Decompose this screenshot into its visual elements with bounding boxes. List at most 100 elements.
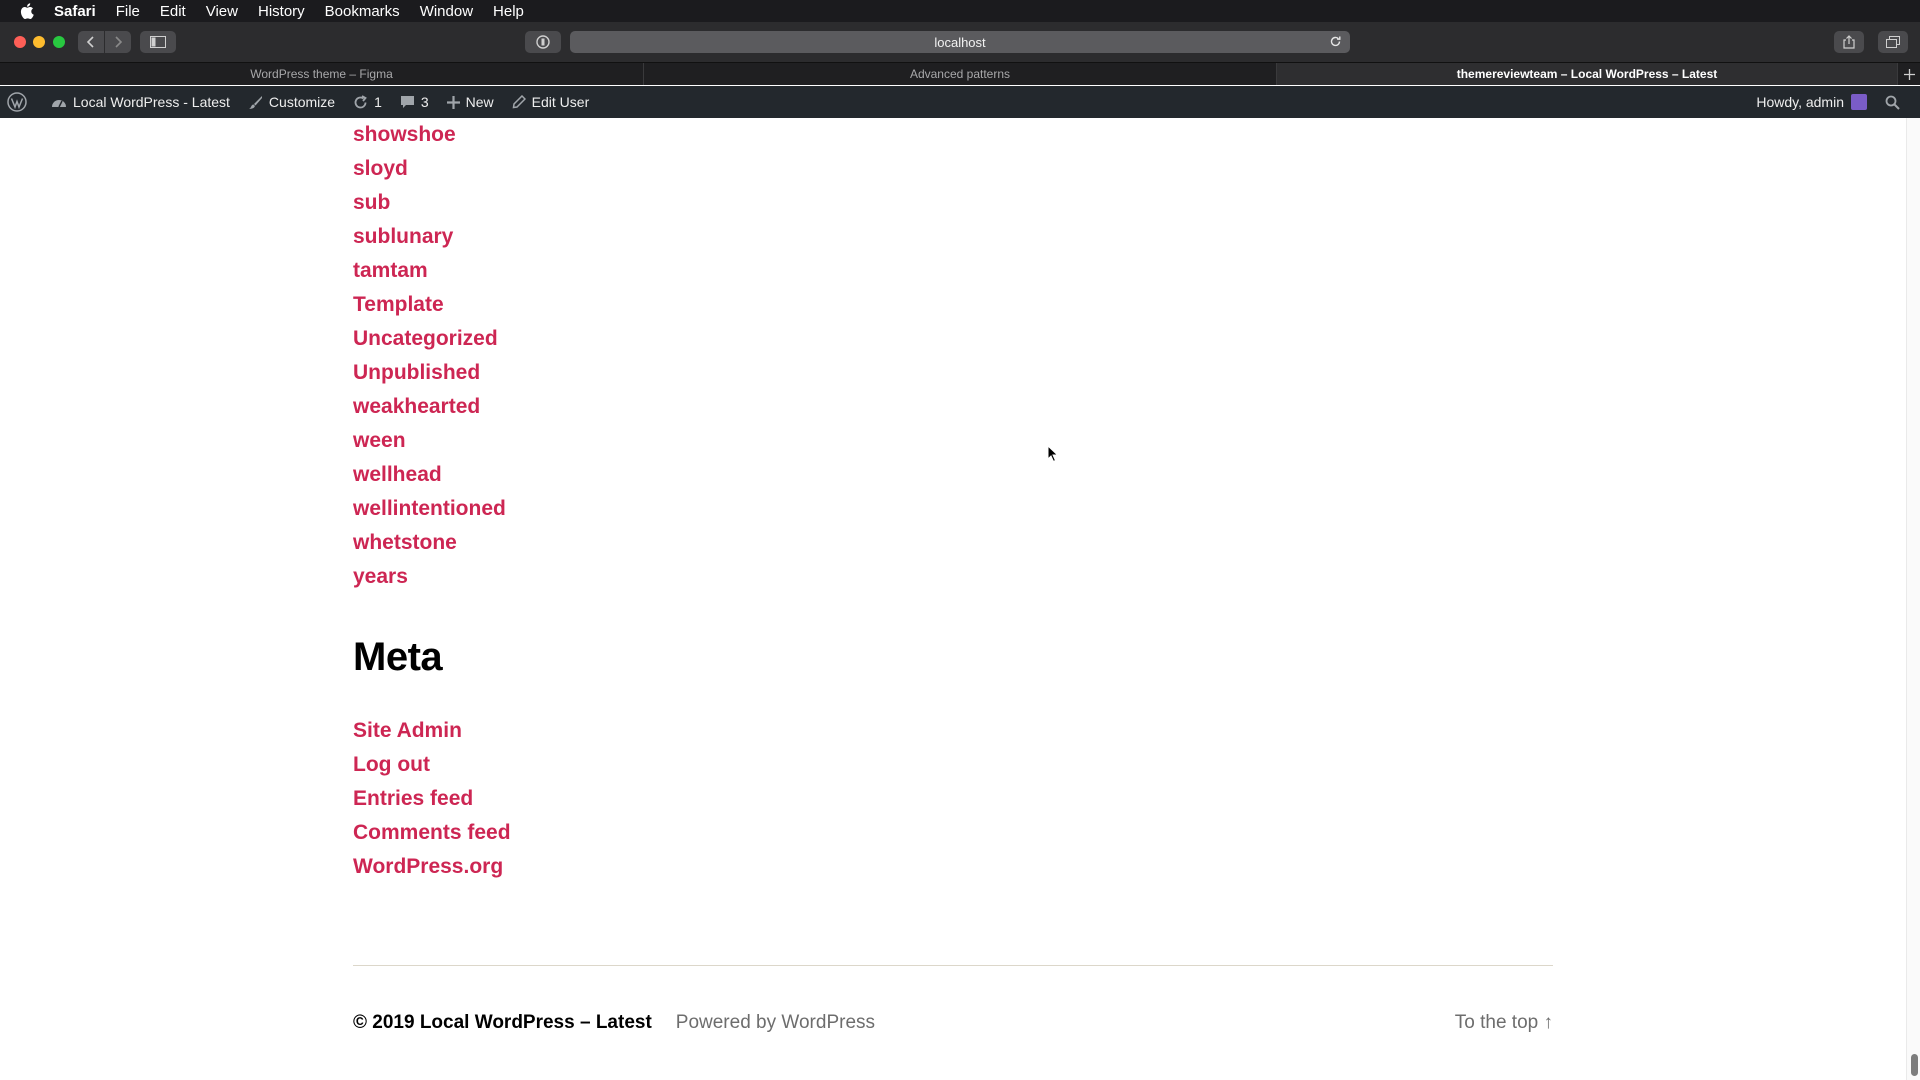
list-item: Site Admin: [353, 714, 511, 748]
category-link[interactable]: tamtam: [353, 259, 428, 283]
back-button[interactable]: [78, 31, 104, 53]
list-item: Unpublished: [353, 356, 1553, 390]
meta-link-list: Site Admin Log out Entries feed Comments…: [353, 714, 511, 884]
scrollbar-thumb[interactable]: [1911, 1054, 1918, 1076]
category-link[interactable]: showshoe: [353, 123, 456, 147]
mouse-cursor-icon: [1047, 445, 1059, 463]
list-item: Template: [353, 288, 1553, 322]
macos-menu-bar: Safari File Edit View History Bookmarks …: [0, 0, 1920, 22]
url-text: localhost: [934, 34, 986, 50]
chevron-right-icon: [115, 36, 123, 48]
close-window-button[interactable]: [14, 36, 26, 48]
category-list: showshoe sloyd sub sublunary tamtam Temp…: [353, 118, 1553, 594]
admin-search-button[interactable]: [1876, 86, 1920, 118]
category-link[interactable]: Uncategorized: [353, 327, 498, 351]
browser-tab-bar: WordPress theme – Figma Advanced pattern…: [0, 63, 1920, 85]
list-item: Entries feed: [353, 782, 511, 816]
wp-admin-bar: Local WordPress - Latest Customize 1 3 N…: [0, 86, 1920, 118]
category-link[interactable]: sub: [353, 191, 390, 215]
category-link[interactable]: Template: [353, 293, 444, 317]
menu-history[interactable]: History: [258, 3, 305, 20]
menu-view[interactable]: View: [206, 3, 238, 20]
to-the-top-link[interactable]: To the top ↑: [1455, 1012, 1553, 1034]
browser-tab-active[interactable]: themereviewteam – Local WordPress – Late…: [1277, 63, 1898, 85]
list-item: wellintentioned: [353, 492, 1553, 526]
comment-bubble-icon: [400, 95, 414, 108]
wordpress-org-link[interactable]: WordPress.org: [353, 855, 503, 879]
plus-icon: [446, 95, 460, 109]
log-out-link[interactable]: Log out: [353, 753, 430, 777]
pencil-icon: [512, 95, 526, 109]
browser-tab[interactable]: Advanced patterns: [644, 63, 1277, 85]
address-bar[interactable]: localhost: [570, 31, 1350, 53]
wp-logo-menu[interactable]: [0, 86, 42, 118]
show-all-tabs-button[interactable]: [1878, 31, 1908, 53]
new-tab-button[interactable]: [1898, 63, 1920, 85]
comments-link[interactable]: 3: [391, 86, 438, 118]
category-link[interactable]: sublunary: [353, 225, 453, 249]
menu-bookmarks[interactable]: Bookmarks: [325, 3, 400, 20]
share-icon: [1843, 35, 1855, 49]
comments-feed-link[interactable]: Comments feed: [353, 821, 511, 845]
new-content-menu[interactable]: New: [438, 86, 503, 118]
list-item: years: [353, 560, 1553, 594]
search-icon: [1885, 95, 1900, 110]
wordpress-logo-icon: [7, 92, 27, 112]
category-link[interactable]: Unpublished: [353, 361, 480, 385]
powered-by-link[interactable]: Powered by WordPress: [676, 1012, 875, 1034]
share-button[interactable]: [1834, 31, 1864, 53]
menu-app-name[interactable]: Safari: [54, 3, 96, 20]
updates-icon: [354, 94, 367, 108]
apple-logo-icon[interactable]: [20, 3, 36, 19]
plus-icon: [1903, 68, 1915, 80]
customize-label: Customize: [268, 94, 336, 110]
menu-help[interactable]: Help: [493, 3, 524, 20]
zoom-window-button[interactable]: [53, 36, 65, 48]
category-link[interactable]: whetstone: [353, 531, 457, 555]
category-link[interactable]: years: [353, 565, 408, 589]
list-item: wellhead: [353, 458, 1553, 492]
sidebar-toggle-button[interactable]: [140, 31, 176, 53]
site-name-menu[interactable]: Local WordPress - Latest: [42, 86, 239, 118]
list-item: showshoe: [353, 118, 1553, 152]
browser-toolbar: localhost: [0, 22, 1920, 63]
new-label: New: [465, 94, 494, 110]
footer-copyright[interactable]: © 2019 Local WordPress – Latest: [353, 1012, 652, 1034]
menu-file[interactable]: File: [116, 3, 140, 20]
footer-divider: [353, 965, 1553, 966]
site-name-label: Local WordPress - Latest: [73, 94, 230, 110]
forward-button[interactable]: [105, 31, 131, 53]
howdy-label: Howdy, admin: [1756, 94, 1844, 110]
sidebar-icon: [150, 36, 166, 48]
category-link[interactable]: wellhead: [353, 463, 442, 487]
list-item: sloyd: [353, 152, 1553, 186]
list-item: whetstone: [353, 526, 1553, 560]
my-account-menu[interactable]: Howdy, admin: [1747, 86, 1876, 118]
category-link[interactable]: wellintentioned: [353, 497, 506, 521]
privacy-shield-icon: [536, 35, 550, 49]
customize-link[interactable]: Customize: [239, 86, 344, 118]
site-admin-link[interactable]: Site Admin: [353, 719, 462, 743]
edit-user-label: Edit User: [531, 94, 590, 110]
edit-user-link[interactable]: Edit User: [503, 86, 599, 118]
browser-tab[interactable]: WordPress theme – Figma: [0, 63, 644, 85]
site-footer: © 2019 Local WordPress – Latest Powered …: [353, 1010, 1553, 1036]
page-scrollbar[interactable]: [1906, 118, 1920, 1080]
category-link[interactable]: sloyd: [353, 157, 408, 181]
category-link[interactable]: ween: [353, 429, 406, 453]
updates-link[interactable]: 1: [344, 86, 391, 118]
menu-window[interactable]: Window: [420, 3, 473, 20]
list-item: ween: [353, 424, 1553, 458]
minimize-window-button[interactable]: [33, 36, 45, 48]
category-link[interactable]: weakhearted: [353, 395, 480, 419]
menu-edit[interactable]: Edit: [160, 3, 186, 20]
entries-feed-link[interactable]: Entries feed: [353, 787, 473, 811]
page-content: showshoe sloyd sub sublunary tamtam Temp…: [353, 118, 1553, 594]
reload-icon[interactable]: [1329, 35, 1342, 48]
privacy-report-button[interactable]: [525, 31, 561, 53]
paintbrush-icon: [248, 95, 262, 109]
meta-heading: Meta: [353, 635, 443, 679]
list-item: sublunary: [353, 220, 1553, 254]
dashboard-icon: [52, 100, 66, 108]
chevron-left-icon: [86, 36, 94, 48]
